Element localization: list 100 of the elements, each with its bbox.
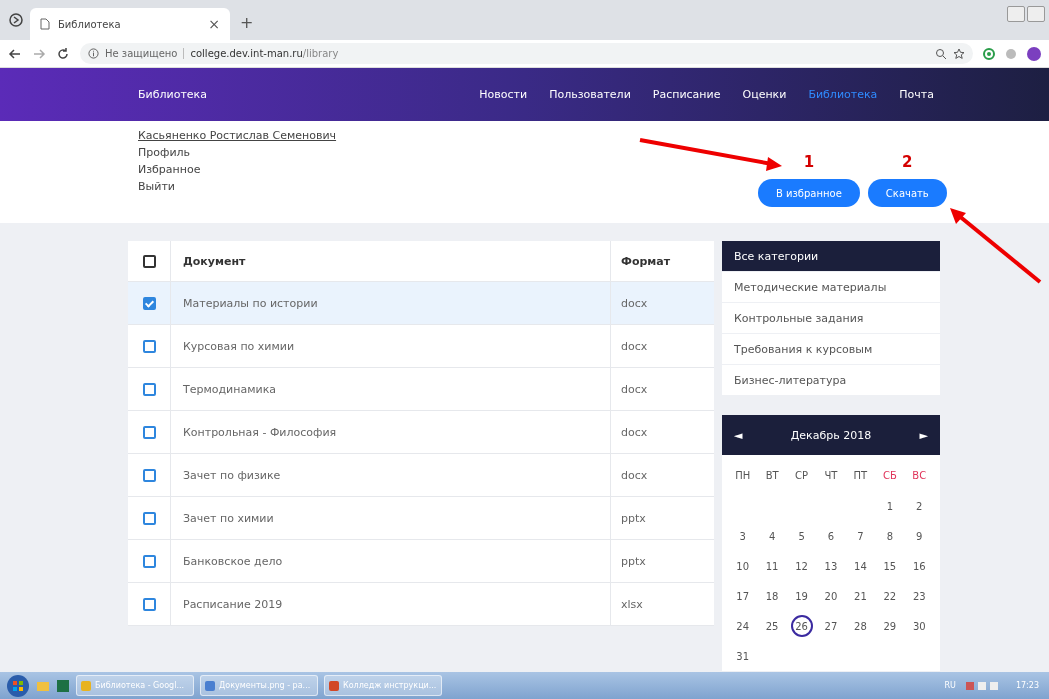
calendar-day[interactable]: 18 [761, 585, 784, 607]
document-cell: Материалы по истории [170, 281, 611, 325]
calendar-day[interactable]: 31 [731, 645, 754, 667]
nav-link[interactable]: Расписание [652, 88, 721, 101]
reload-icon[interactable] [56, 46, 70, 61]
profile-avatar[interactable] [1027, 46, 1041, 61]
browser-tab[interactable]: Библиотека × [30, 8, 230, 40]
document-cell: Зачет по физике [170, 453, 611, 497]
back-icon[interactable] [8, 46, 22, 61]
row-checkbox[interactable] [142, 511, 156, 525]
user-menu-link[interactable]: Профиль [138, 146, 337, 159]
spreadsheet-icon[interactable] [56, 678, 70, 693]
calendar-day[interactable]: 25 [761, 615, 784, 637]
calendar-day[interactable]: 24 [731, 615, 754, 637]
calendar-day[interactable]: 29 [878, 615, 901, 637]
weekday-label: ВС [911, 469, 928, 483]
format-cell: docx [610, 367, 714, 411]
calendar-day[interactable]: 4 [761, 525, 784, 547]
start-button[interactable] [6, 673, 30, 698]
calendar-day[interactable]: 20 [820, 585, 842, 607]
next-month-button[interactable]: ► [919, 428, 928, 442]
format-cell: pptx [610, 496, 714, 540]
format-cell: pptx [610, 539, 714, 583]
calendar-day[interactable]: 11 [761, 555, 784, 577]
nav-link[interactable]: Оценки [742, 88, 787, 101]
document-cell: Курсовая по химии [170, 324, 611, 368]
calendar-day[interactable]: 16 [908, 555, 931, 577]
calendar-day[interactable]: 26 [790, 615, 813, 637]
user-name-link[interactable]: Касьяненко Ростислав Семенович [138, 129, 337, 142]
app-icon [205, 680, 215, 691]
calendar-day[interactable]: 9 [908, 525, 931, 547]
clock: 17:23 [1015, 681, 1039, 690]
calendar-day[interactable]: 1 [878, 495, 901, 517]
nav-link[interactable]: Почта [899, 88, 934, 101]
calendar-day[interactable]: 19 [790, 585, 813, 607]
cast-icon[interactable] [8, 12, 24, 28]
row-checkbox[interactable] [142, 468, 156, 482]
zoom-icon[interactable] [935, 47, 947, 60]
weekday-label: ВТ [764, 469, 780, 483]
calendar-day[interactable]: 5 [790, 525, 813, 547]
nav-link[interactable]: Пользователи [549, 88, 631, 101]
annotation-number: 2 [902, 153, 913, 171]
user-menu-link[interactable]: Выйти [138, 180, 337, 193]
site-brand[interactable]: Библиотека [138, 88, 207, 101]
user-menu-link[interactable]: Избранное [138, 163, 337, 176]
row-checkbox[interactable] [142, 425, 156, 439]
close-tab-button[interactable]: × [208, 16, 220, 32]
row-checkbox[interactable] [142, 597, 156, 611]
month-title: Декабрь 2018 [790, 428, 872, 442]
page-icon [40, 18, 50, 30]
maximize-button[interactable] [1027, 6, 1045, 22]
calendar-day[interactable]: 22 [878, 585, 901, 607]
weekday-label: ПТ [852, 469, 869, 483]
category-item[interactable]: Контрольные задания [722, 303, 940, 333]
calendar-day[interactable]: 12 [790, 555, 813, 577]
calendar-day[interactable]: 21 [849, 585, 872, 607]
star-icon[interactable] [953, 47, 965, 60]
row-checkbox[interactable] [142, 554, 156, 568]
calendar-day[interactable]: 28 [849, 615, 872, 637]
row-checkbox[interactable] [142, 382, 156, 396]
minimize-button[interactable] [1007, 6, 1025, 22]
format-cell: docx [610, 324, 714, 368]
forward-icon[interactable] [32, 46, 46, 61]
category-item[interactable]: Бизнес-литература [722, 365, 940, 395]
extension-icon[interactable] [983, 47, 995, 60]
calendar-day[interactable]: 2 [908, 495, 931, 517]
column-header: Формат [610, 241, 714, 282]
category-item[interactable]: Методические материалы [722, 272, 940, 302]
nav-link[interactable]: Библиотека [808, 88, 878, 101]
category-item[interactable]: Требования к курсовым [722, 334, 940, 364]
format-cell: xlsx [610, 582, 714, 626]
app-icon [329, 680, 339, 691]
row-checkbox[interactable] [142, 339, 156, 353]
select-all-checkbox[interactable] [142, 254, 156, 268]
prev-month-button[interactable]: ◄ [734, 428, 743, 442]
calendar-day[interactable]: 15 [878, 555, 901, 577]
calendar-day[interactable]: 6 [820, 525, 842, 547]
info-icon [88, 48, 99, 59]
calendar-day[interactable]: 8 [878, 525, 901, 547]
document-cell: Контрольная - Философия [170, 410, 611, 454]
document-cell: Зачет по химии [170, 496, 611, 540]
calendar-day[interactable]: 7 [849, 525, 872, 547]
calendar-day[interactable]: 17 [731, 585, 754, 607]
calendar-day[interactable]: 23 [908, 585, 931, 607]
row-checkbox[interactable] [142, 296, 156, 310]
app-icon [81, 680, 91, 691]
document-cell: Банковское дело [170, 539, 611, 583]
calendar-day[interactable]: 10 [731, 555, 754, 577]
calendar-day[interactable]: 13 [820, 555, 842, 577]
calendar-day[interactable]: 3 [731, 525, 754, 547]
weekday-label: ПН [734, 469, 752, 483]
address-field[interactable]: Не защищено college.dev.int-man.ru/library [80, 43, 973, 64]
document-cell: Расписание 2019 [170, 582, 611, 626]
calendar-day[interactable]: 27 [820, 615, 842, 637]
calendar-day[interactable]: 30 [908, 615, 931, 637]
calendar-day[interactable]: 14 [849, 555, 872, 577]
nav-link[interactable]: Новости [479, 88, 528, 101]
weekday-label: ЧТ [823, 469, 839, 483]
new-tab-button[interactable]: + [240, 13, 254, 32]
category-item[interactable]: Все категории [722, 241, 940, 271]
